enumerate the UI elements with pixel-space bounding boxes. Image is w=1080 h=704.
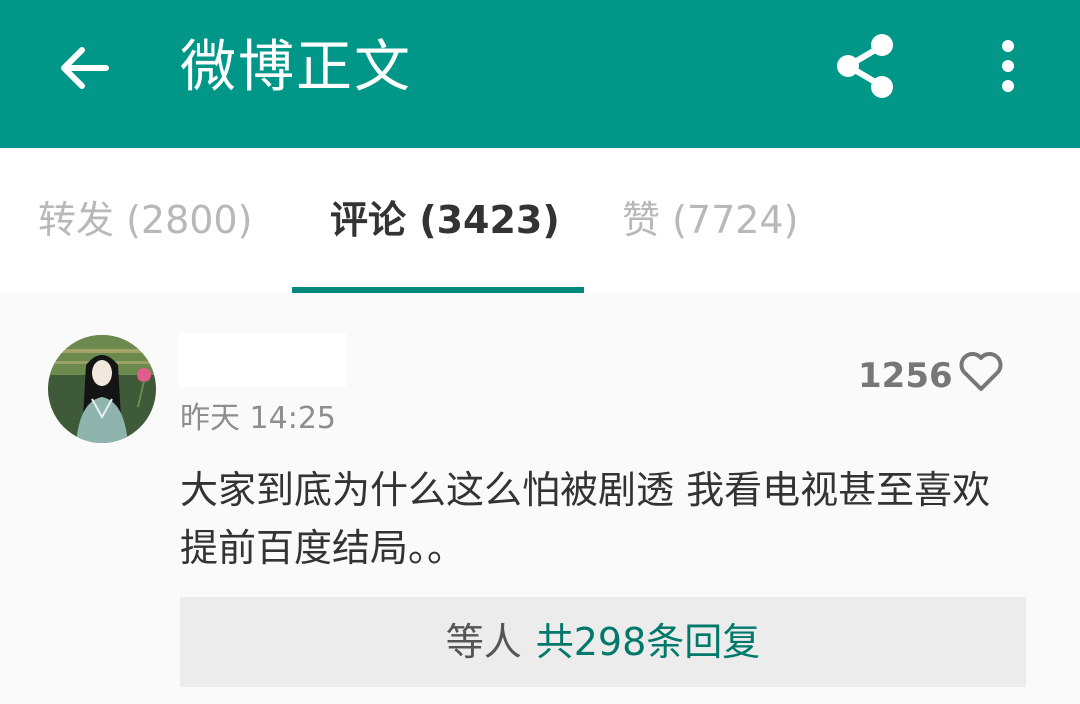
app-bar: 微博正文 (0, 0, 1080, 148)
reply-count-link[interactable]: 共298条回复 (536, 620, 761, 664)
heart-icon[interactable] (958, 351, 1004, 393)
avatar[interactable] (48, 335, 156, 443)
tab-likes[interactable]: 赞 (7724) (622, 148, 798, 293)
like-count: 1256 (858, 356, 953, 396)
more-vert-icon[interactable] (990, 38, 1026, 94)
comment-item: 昨天 14:25 1256 大家到底为什么这么怕被剧透 我看电视甚至喜欢提前百度… (0, 293, 1080, 704)
tab-bar: 转发 (2800) 评论 (3423) 赞 (7724) (0, 148, 1080, 293)
reply-users: 等人 (445, 620, 522, 664)
comment-text: 大家到底为什么这么怕被剧透 我看电视甚至喜欢提前百度结局。。 (180, 468, 991, 570)
replies-summary[interactable]: 等人 共298条回复 (180, 597, 1026, 687)
tab-comments[interactable]: 评论 (3423) (330, 148, 560, 293)
comment-time: 昨天 14:25 (180, 401, 336, 436)
page-title: 微博正文 (180, 35, 412, 100)
tab-reposts[interactable]: 转发 (2800) (38, 148, 252, 293)
share-icon[interactable] (834, 34, 896, 98)
back-arrow-icon[interactable] (56, 40, 112, 96)
username[interactable] (178, 333, 346, 387)
